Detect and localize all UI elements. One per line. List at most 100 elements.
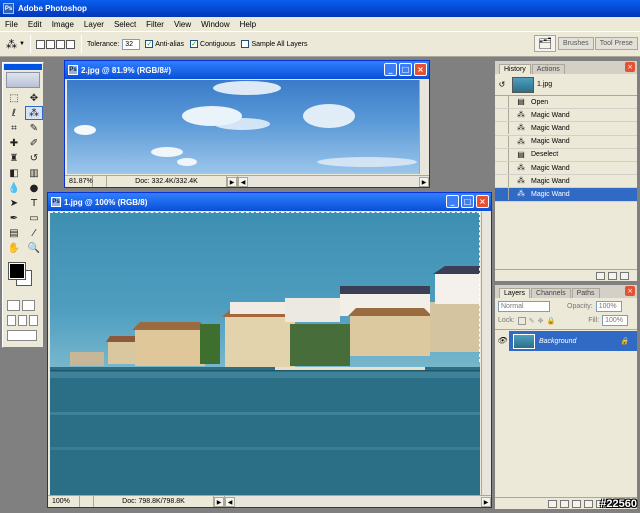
tab-actions[interactable]: Actions [531,64,565,74]
link-layers-icon[interactable] [548,499,557,508]
close-button[interactable]: × [414,63,427,76]
subtract-from-selection-button[interactable] [55,39,65,49]
tab-history[interactable]: History [499,64,531,74]
shape-tool-icon[interactable]: ▭ [25,211,43,225]
minimize-button[interactable]: _ [446,195,459,208]
scroll-left-arrow[interactable]: ◀ [225,496,235,507]
tab-channels[interactable]: Channels [531,288,571,298]
delete-state-icon[interactable] [620,271,629,280]
close-panel-icon[interactable]: × [625,62,635,72]
anti-alias-checkbox[interactable]: ✓ [145,40,154,48]
layer-style-icon[interactable] [560,499,569,508]
blur-tool-icon[interactable]: 💧 [5,181,23,195]
jump-to-imageready-button[interactable] [7,330,37,341]
add-to-selection-button[interactable] [45,39,55,49]
maximize-button[interactable]: □ [399,63,412,76]
history-state[interactable]: ⁂ Magic Wand [495,188,637,202]
history-source-box[interactable] [495,188,509,201]
blend-mode-select[interactable]: Normal [498,301,550,312]
history-brush-icon[interactable]: ↺ [25,151,43,165]
doc1-zoom-field[interactable]: 100% [48,496,80,507]
zoom-tool-icon[interactable]: 🔍 [25,241,43,255]
contiguous-checkbox[interactable]: ✓ [190,40,199,48]
history-source-box[interactable] [495,109,509,122]
doc1-canvas[interactable] [50,212,480,495]
status-menu-arrow[interactable]: ▶ [227,176,237,187]
tab-layers[interactable]: Layers [499,288,531,298]
quick-mask-button[interactable] [22,300,35,311]
doc2-titlebar[interactable]: Ps 2.jpg @ 81.9% (RGB/8#) _ □ × [65,61,429,79]
lock-all-icon[interactable]: 🔒 [546,317,555,325]
history-source-box[interactable] [495,175,509,188]
scroll-right-arrow[interactable]: ▶ [419,176,429,187]
doc2-zoom-field[interactable]: 81.87% [65,176,93,187]
doc1-hscroll[interactable]: ◀ ▶ [224,496,491,507]
visibility-eye-icon[interactable]: 👁 [495,331,509,351]
slice-tool-icon[interactable]: ✎ [25,121,43,135]
dodge-tool-icon[interactable]: ● [25,181,43,195]
clone-stamp-icon[interactable]: ♜ [5,151,23,165]
tab-paths[interactable]: Paths [571,288,600,298]
crop-tool-icon[interactable]: ⌗ [5,121,23,135]
menu-window[interactable]: Window [196,20,234,29]
new-selection-button[interactable] [35,39,45,49]
healing-brush-icon[interactable]: ✚ [5,136,23,150]
menu-layer[interactable]: Layer [79,20,109,29]
pen-tool-icon[interactable]: ✒ [5,211,23,225]
menu-file[interactable]: File [0,20,23,29]
scroll-right-arrow[interactable]: ▶ [481,496,491,507]
adobe-feather-logo[interactable] [6,72,40,88]
doc2-canvas[interactable] [67,80,419,174]
lasso-tool-icon[interactable]: ℓ [5,106,23,120]
new-document-from-state-icon[interactable] [596,271,605,280]
magic-wand-tool-preset-icon[interactable]: ⁂ [6,38,17,51]
history-source-box[interactable] [495,148,509,161]
path-selection-icon[interactable]: ➤ [5,196,23,210]
minimize-button[interactable]: _ [384,63,397,76]
lock-image-icon[interactable]: ✎ [529,317,535,325]
history-source-box[interactable] [495,122,509,135]
doc2-hscroll[interactable]: ◀ ▶ [237,176,429,187]
tolerance-input[interactable]: 32 [122,38,141,50]
menu-select[interactable]: Select [109,20,141,29]
screen-mode-standard-button[interactable] [7,315,16,326]
marquee-tool-icon[interactable]: ⬚ [5,91,23,105]
doc1-vscroll[interactable] [481,212,491,495]
info-icon[interactable] [80,496,94,507]
gradient-tool-icon[interactable]: ▥ [25,166,43,180]
history-state[interactable]: ▤ Deselect [495,148,637,162]
toolbox-titlebar[interactable] [4,64,42,70]
file-browser-icon[interactable]: 🗂 [534,35,556,52]
history-state[interactable]: ⁂ Magic Wand [495,122,637,136]
history-snapshot[interactable]: ↺ 1.jpg [495,74,637,96]
status-menu-arrow[interactable]: ▶ [214,496,224,507]
brush-tool-icon[interactable]: ✐ [25,136,43,150]
lock-transparency-icon[interactable] [517,316,526,325]
layer-mask-icon[interactable] [572,499,581,508]
history-source-box[interactable] [495,135,509,148]
menu-image[interactable]: Image [47,20,79,29]
lock-position-icon[interactable]: ✥ [538,317,544,325]
chevron-down-icon[interactable]: ▼ [19,41,25,47]
menu-view[interactable]: View [169,20,196,29]
magic-wand-tool-icon[interactable]: ⁂ [25,106,43,120]
doc2-vscroll[interactable] [419,80,429,174]
history-brush-source-icon[interactable]: ↺ [495,80,509,89]
new-snapshot-icon[interactable] [608,271,617,280]
history-state[interactable]: ▤ Open [495,96,637,110]
eyedropper-icon[interactable]: ⁄ [25,226,43,240]
history-source-box[interactable] [495,96,509,109]
sample-all-layers-checkbox[interactable] [241,40,250,48]
layer-row-background[interactable]: 👁 Background 🔒 [495,331,637,351]
close-button[interactable]: × [476,195,489,208]
fill-input[interactable]: 100% [602,315,629,326]
intersect-selection-button[interactable] [65,39,75,49]
brushes-tab[interactable]: Brushes [558,37,594,50]
history-state[interactable]: ⁂ Magic Wand [495,135,637,149]
type-tool-icon[interactable]: T [25,196,43,210]
menu-help[interactable]: Help [235,20,261,29]
history-state[interactable]: ⁂ Magic Wand [495,109,637,123]
eraser-icon[interactable]: ◧ [5,166,23,180]
menu-filter[interactable]: Filter [141,20,169,29]
history-state[interactable]: ⁂ Magic Wand [495,162,637,176]
